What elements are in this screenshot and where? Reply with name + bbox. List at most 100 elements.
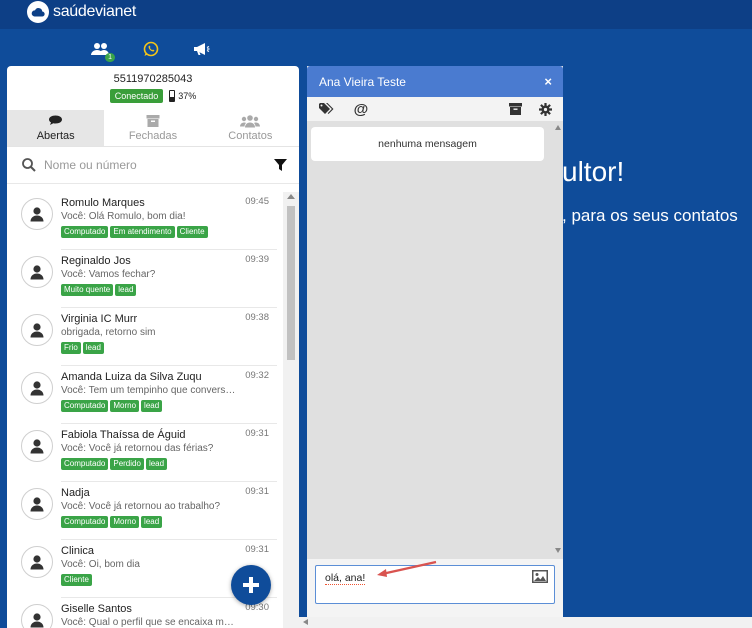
scroll-up-arrow-icon[interactable]	[555, 125, 561, 130]
close-icon[interactable]: ×	[544, 74, 552, 89]
conversation-item[interactable]: Nadja 09:31 Você: Você já retornou ao tr…	[7, 482, 283, 540]
conversation-item[interactable]: Amanda Luiza da Silva Zuqu 09:32 Você: T…	[7, 366, 283, 424]
tab-label: Contatos	[228, 130, 273, 142]
tag-list: Computado Perdido lead	[61, 458, 277, 470]
conversation-tag: lead	[145, 458, 168, 470]
last-message: Você: Vamos fechar?	[61, 269, 156, 280]
avatar	[21, 372, 53, 404]
conversation-item-body: Amanda Luiza da Silva Zuqu 09:32 Você: T…	[61, 370, 277, 424]
new-conversation-button[interactable]	[231, 565, 271, 605]
search-input[interactable]	[44, 158, 264, 172]
image-attach-icon[interactable]	[532, 570, 548, 583]
conversation-tag: Frio	[61, 342, 81, 354]
avatar	[21, 198, 53, 230]
user-icon	[30, 207, 44, 222]
conversation-tag: Muito quente	[61, 284, 114, 296]
tag-list: Computado Morno lead	[61, 400, 277, 412]
empty-messages-notice: nenhuma mensagem	[311, 127, 544, 161]
search-icon	[22, 158, 36, 172]
conversation-item[interactable]: Fabiola Thaíssa de Águid 09:31 Você: Voc…	[7, 424, 283, 482]
chat-toolbar: @	[307, 97, 563, 121]
tags-icon[interactable]	[319, 101, 335, 117]
user-icon	[30, 497, 44, 512]
gear-icon[interactable]	[537, 101, 553, 117]
conversation-tag: Em atendimento	[110, 226, 175, 238]
scrollbar-thumb[interactable]	[287, 206, 295, 360]
whatsapp-icon	[143, 41, 159, 57]
welcome-subtitle: , para os seus contatos	[562, 206, 738, 225]
tab-fechadas[interactable]: Fechadas	[104, 110, 201, 146]
conversation-item[interactable]: Reginaldo Jos 09:39 Você: Vamos fechar? …	[7, 250, 283, 308]
conversation-item[interactable]: Romulo Marques 09:45 Você: Olá Romulo, b…	[7, 192, 283, 250]
chat-scrollbar[interactable]	[553, 121, 563, 559]
conversation-item-body: Nadja 09:31 Você: Você já retornou ao tr…	[61, 486, 277, 540]
avatar	[21, 430, 53, 462]
connection-status-badge: Conectado	[109, 88, 164, 103]
last-message: Você: Oi, bom dia	[61, 559, 140, 570]
megaphone-icon	[194, 43, 210, 55]
user-icon	[30, 323, 44, 338]
chat-messages: nenhuma mensagem	[307, 121, 553, 559]
scroll-up-arrow-icon[interactable]	[287, 194, 295, 199]
avatar	[21, 314, 53, 346]
welcome-title: ultor!	[562, 156, 625, 187]
conversation-tag: Morno	[110, 400, 140, 412]
horizontal-scrollbar[interactable]	[299, 617, 752, 628]
conversation-item-body: Romulo Marques 09:45 Você: Olá Romulo, b…	[61, 196, 277, 250]
avatar	[21, 604, 53, 628]
conversation-tag: Cliente	[61, 574, 92, 586]
message-time: 09:31	[245, 428, 269, 439]
logo[interactable]: saúdevianet	[27, 0, 136, 24]
message-time: 09:31	[245, 544, 269, 555]
list-scrollbar[interactable]	[283, 192, 299, 628]
tag-list: Muito quente lead	[61, 284, 277, 296]
archive-icon[interactable]	[507, 101, 523, 117]
status-row: Conectado 37%	[7, 88, 299, 103]
avatar	[21, 256, 53, 288]
users-icon	[240, 115, 261, 128]
conversation-tag: lead	[82, 342, 104, 354]
conversation-tag: Morno	[110, 516, 140, 528]
scroll-left-arrow-icon[interactable]	[303, 619, 308, 625]
chat-title: Ana Vieira Teste	[319, 74, 406, 89]
tab-contatos[interactable]: Contatos	[202, 110, 299, 146]
conversation-tag: Computado	[61, 458, 109, 470]
logo-text: saúdevianet	[53, 3, 136, 20]
user-icon	[30, 613, 44, 628]
avatar	[21, 488, 53, 520]
message-time: 09:32	[245, 370, 269, 381]
conversation-item[interactable]: Virginia IC Murr 09:38 obrigada, retorno…	[7, 308, 283, 366]
broadcast-button[interactable]	[189, 38, 213, 60]
conversation-tag: Computado	[61, 516, 109, 528]
conversation-tag: Perdido	[110, 458, 144, 470]
conversation-tag: lead	[141, 516, 163, 528]
contacts-button[interactable]: 1	[89, 38, 115, 62]
tab-label: Fechadas	[128, 130, 178, 142]
tab-label: Abertas	[36, 130, 75, 142]
whatsapp-button[interactable]	[139, 38, 163, 60]
conversation-item-body: Giselle Santos 09:30 Você: Qual o perfil…	[61, 602, 277, 628]
plus-icon	[243, 577, 259, 593]
user-icon	[30, 439, 44, 454]
chat-window: Ana Vieira Teste × @ nenhuma mensagem ol…	[307, 66, 563, 628]
conversation-list: Romulo Marques 09:45 Você: Olá Romulo, b…	[7, 192, 283, 628]
scroll-down-arrow-icon[interactable]	[555, 548, 561, 553]
chat-icon	[48, 115, 62, 125]
top-icon-bar: 1	[0, 38, 300, 62]
conversation-tag: lead	[115, 284, 137, 296]
tab-abertas[interactable]: Abertas	[7, 110, 105, 146]
conversation-tag: Computado	[61, 400, 109, 412]
tag-list: Frio lead	[61, 342, 277, 354]
last-message: Você: Qual o perfil que se encaixa m…	[61, 617, 234, 628]
user-icon	[30, 555, 44, 570]
archive-icon	[146, 115, 160, 127]
filter-icon[interactable]	[274, 159, 287, 172]
message-input-text: olá, ana!	[325, 572, 366, 585]
last-message: obrigada, retorno sim	[61, 327, 156, 338]
tag-list: Computado Morno lead	[61, 516, 277, 528]
message-input[interactable]: olá, ana!	[315, 565, 555, 604]
last-message: Você: Você já retornou ao trabalho?	[61, 501, 221, 512]
account-phone: 5511970285043	[113, 73, 193, 85]
mention-icon[interactable]: @	[353, 101, 369, 118]
battery-icon	[169, 89, 176, 102]
